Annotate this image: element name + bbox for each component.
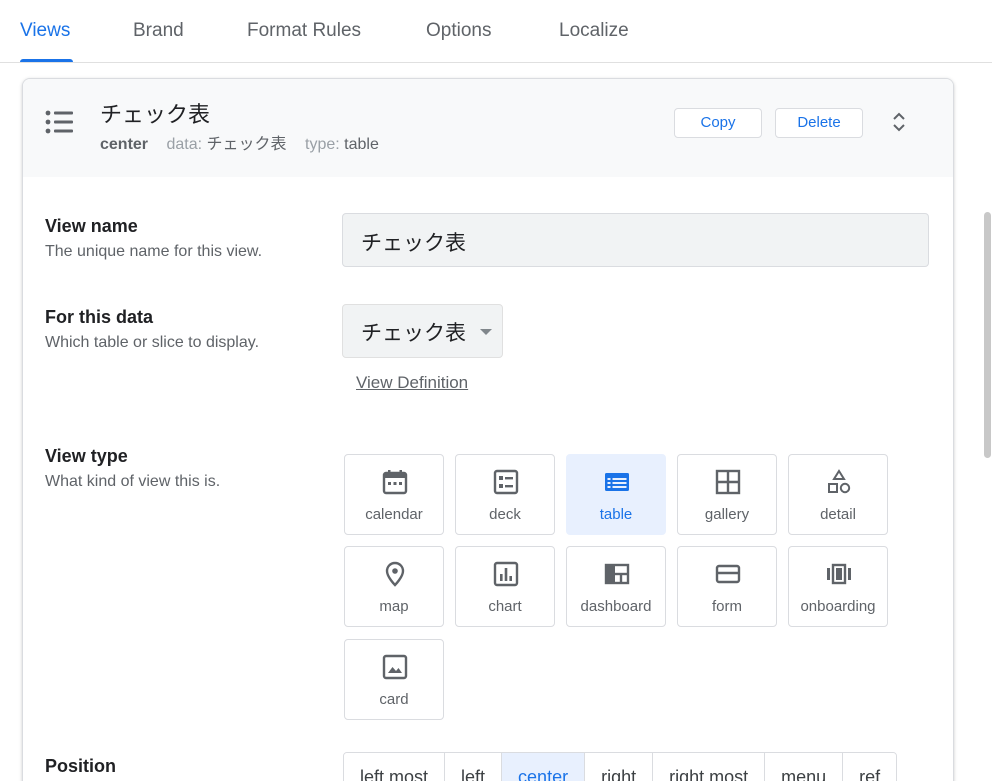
map-pin-icon	[385, 561, 405, 587]
table-icon	[605, 473, 629, 491]
tab-options[interactable]: Options	[426, 20, 491, 62]
view-type-label: card	[379, 691, 409, 708]
view-type-label: type:	[305, 136, 340, 153]
view-type-label: calendar	[365, 506, 423, 523]
chevron-down-icon	[480, 329, 492, 335]
form-icon	[715, 564, 741, 584]
view-type-gallery[interactable]: gallery	[677, 454, 777, 535]
data-select[interactable]: チェック表	[342, 304, 503, 358]
deck-icon	[493, 469, 519, 495]
view-definition-link[interactable]: View Definition	[356, 373, 468, 393]
view-type-detail[interactable]: detail	[788, 454, 888, 535]
onboarding-icon	[827, 563, 851, 585]
position-option-left[interactable]: left	[445, 753, 503, 781]
view-name-input[interactable]: チェック表	[342, 213, 929, 267]
image-icon	[382, 654, 408, 680]
view-type-label: chart	[488, 598, 522, 615]
data-select-value: チェック表	[361, 322, 466, 345]
view-type-row: View type What kind of view this is.	[45, 446, 220, 491]
position-option-menu[interactable]: menu	[765, 753, 844, 781]
view-type-title: View type	[45, 446, 128, 466]
view-type-table[interactable]: table	[566, 454, 666, 535]
view-data-label: data:	[166, 136, 203, 153]
view-type-dashboard[interactable]: dashboard	[566, 546, 666, 627]
view-type-chart[interactable]: chart	[455, 546, 555, 627]
list-icon	[45, 110, 73, 134]
calendar-icon	[382, 470, 408, 495]
view-type-map[interactable]: map	[344, 546, 444, 627]
position-option-left-most[interactable]: left most	[344, 753, 446, 781]
chart-icon	[493, 561, 519, 587]
tab-views[interactable]: Views	[20, 20, 73, 62]
view-title: チェック表	[100, 102, 211, 127]
view-type-label: table	[599, 506, 633, 523]
view-type-deck[interactable]: deck	[455, 454, 555, 535]
view-name-desc: The unique name for this view.	[45, 243, 263, 260]
view-position: center	[100, 136, 149, 153]
view-meta: center data: チェック表 type: table	[100, 130, 393, 154]
gallery-icon	[715, 469, 741, 495]
position-segmented-control: left most left center right right most m…	[343, 752, 898, 781]
detail-icon	[828, 469, 851, 494]
position-option-center[interactable]: center	[502, 753, 586, 781]
tab-bar: Views Brand Format Rules Options Localiz…	[0, 0, 992, 63]
delete-button[interactable]: Delete	[775, 108, 863, 138]
app-root: Views Brand Format Rules Options Localiz…	[0, 0, 992, 781]
view-type-label: dashboard	[580, 598, 652, 615]
view-card: チェック表 center data: チェック表 type: table Cop…	[22, 78, 954, 781]
tab-localize[interactable]: Localize	[559, 20, 629, 62]
view-type-label: deck	[489, 506, 521, 523]
tab-brand[interactable]: Brand	[133, 20, 184, 62]
copy-button[interactable]: Copy	[674, 108, 762, 138]
for-data-title: For this data	[45, 307, 154, 327]
view-type-form[interactable]: form	[677, 546, 777, 627]
view-type-label: map	[379, 598, 409, 615]
position-option-right-most[interactable]: right most	[653, 753, 766, 781]
view-data-value: チェック表	[206, 136, 287, 153]
view-name-row: View name The unique name for this view.	[45, 216, 262, 261]
scrollbar-thumb[interactable]	[984, 212, 991, 458]
position-row: Position	[45, 756, 116, 777]
view-name-title: View name	[45, 216, 138, 236]
view-type-label: form	[712, 598, 742, 615]
view-type-card[interactable]: card	[344, 639, 444, 720]
position-option-right[interactable]: right	[585, 753, 654, 781]
view-card-header[interactable]: チェック表 center data: チェック表 type: table Cop…	[23, 79, 953, 177]
view-type-value: table	[344, 136, 379, 153]
expand-collapse-icon[interactable]	[890, 111, 908, 133]
view-type-calendar[interactable]: calendar	[344, 454, 444, 535]
position-option-ref[interactable]: ref	[843, 753, 897, 781]
tab-format-rules[interactable]: Format Rules	[247, 20, 361, 62]
view-type-onboarding[interactable]: onboarding	[788, 546, 888, 627]
dashboard-icon	[604, 563, 630, 585]
view-type-desc: What kind of view this is.	[45, 473, 221, 490]
view-type-label: gallery	[704, 506, 750, 523]
for-data-row: For this data Which table or slice to di…	[45, 307, 259, 352]
for-data-desc: Which table or slice to display.	[45, 334, 260, 351]
position-title: Position	[45, 756, 116, 776]
view-type-label: detail	[820, 506, 856, 523]
view-type-label: onboarding	[800, 598, 876, 615]
